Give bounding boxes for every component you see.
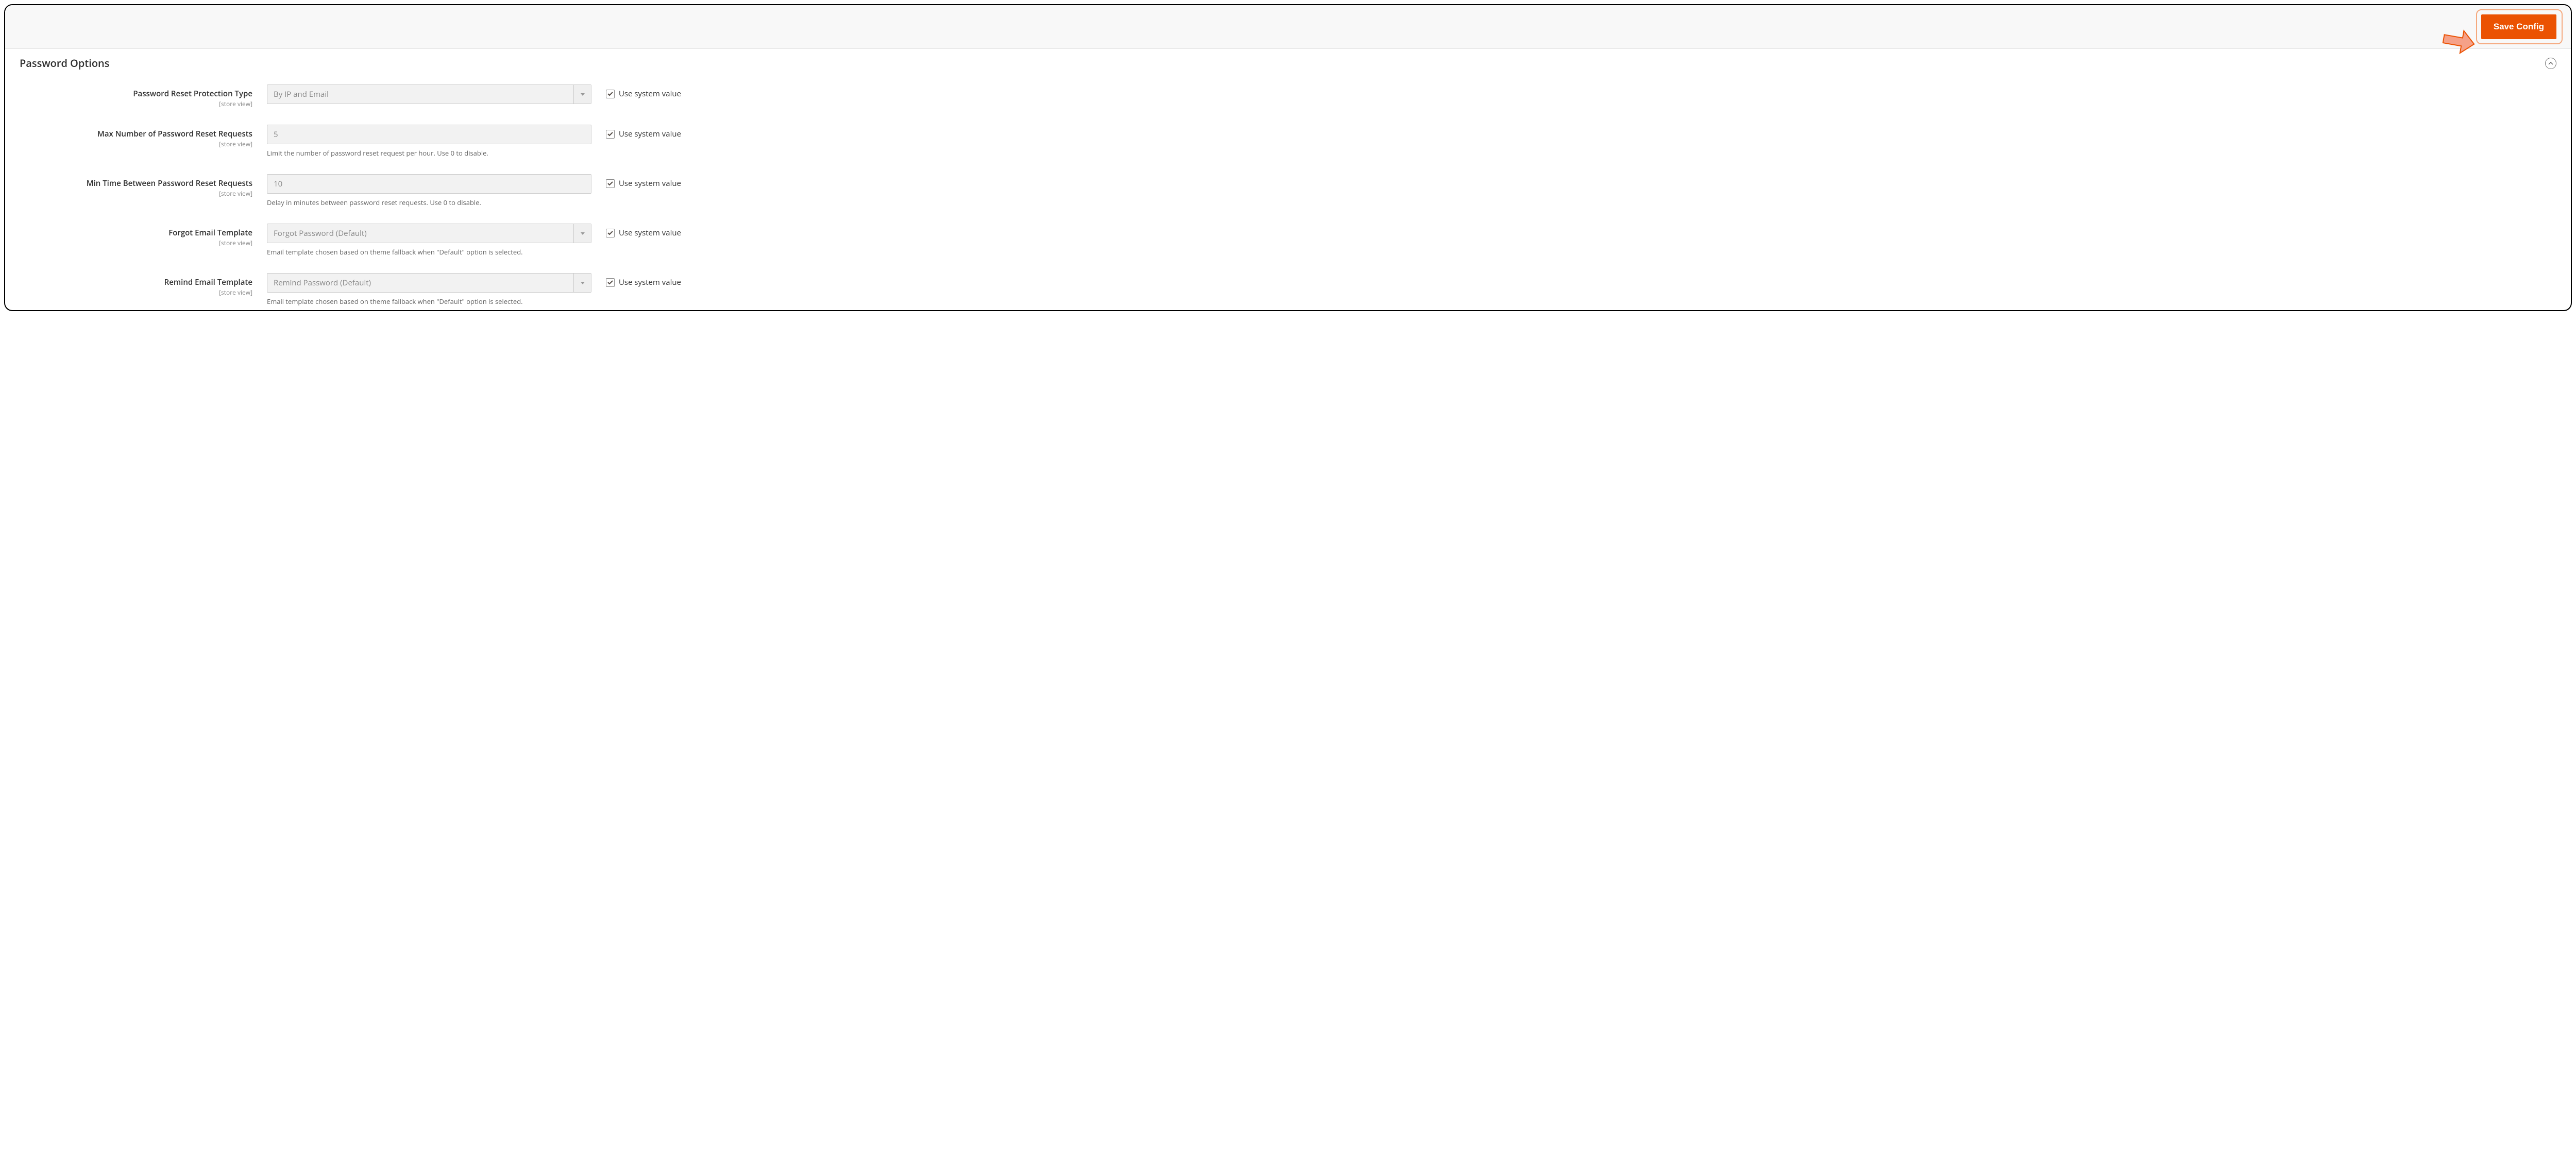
field-forgot-template: Forgot Email Template [store view] Forgo… [20,224,2556,257]
caret-down-icon [581,93,585,96]
caret-down-icon [581,232,585,235]
forgot-template-select[interactable]: Forgot Password (Default) [267,224,591,243]
checkbox-col: Use system value [591,84,681,99]
checkmark-icon [607,231,613,235]
chevron-up-icon [2548,62,2553,65]
checkmark-icon [607,92,613,96]
select-value: By IP and Email [267,85,573,104]
input-col: Remind Password (Default) Email template… [267,273,591,306]
use-system-checkbox[interactable] [606,229,615,237]
dropdown-arrow [573,85,591,104]
field-max-requests: Max Number of Password Reset Requests [s… [20,125,2556,158]
protection-type-select[interactable]: By IP and Email [267,84,591,104]
scope-label: [store view] [20,239,252,247]
config-panel: Save Config Password Options Password Re… [4,4,2572,311]
input-col: Limit the number of password reset reque… [267,125,591,158]
header-bar: Save Config [5,5,2571,49]
input-col: Delay in minutes between password reset … [267,174,591,207]
select-value: Forgot Password (Default) [267,224,573,243]
use-system-label: Use system value [619,129,681,139]
field-label: Remind Email Template [164,277,252,287]
field-min-time: Min Time Between Password Reset Requests… [20,174,2556,207]
use-system-checkbox[interactable] [606,278,615,287]
label-col: Min Time Between Password Reset Requests… [20,174,267,198]
field-remind-template: Remind Email Template [store view] Remin… [20,273,2556,306]
form-body: Password Reset Protection Type [store vi… [5,74,2571,310]
use-system-checkbox[interactable] [606,130,615,139]
scope-label: [store view] [20,189,252,198]
use-system-label: Use system value [619,178,681,189]
remind-template-select[interactable]: Remind Password (Default) [267,273,591,293]
checkmark-icon [607,132,613,137]
scope-label: [store view] [20,99,252,108]
checkbox-col: Use system value [591,273,681,287]
label-col: Max Number of Password Reset Requests [s… [20,125,267,148]
use-system-label: Use system value [619,89,681,99]
field-protection-type: Password Reset Protection Type [store vi… [20,84,2556,108]
max-requests-input[interactable] [267,125,591,144]
scope-label: [store view] [20,288,252,297]
use-system-checkbox[interactable] [606,90,615,98]
field-label: Password Reset Protection Type [133,89,252,99]
min-time-input[interactable] [267,174,591,194]
dropdown-arrow [573,224,591,243]
input-col: By IP and Email [267,84,591,104]
use-system-checkbox[interactable] [606,179,615,188]
field-hint: Email template chosen based on theme fal… [267,247,591,257]
save-config-button[interactable]: Save Config [2481,14,2556,39]
field-label: Min Time Between Password Reset Requests [87,178,252,189]
collapse-toggle[interactable] [2545,58,2556,69]
label-col: Password Reset Protection Type [store vi… [20,84,267,108]
checkbox-col: Use system value [591,224,681,238]
field-hint: Email template chosen based on theme fal… [267,297,591,306]
scope-label: [store view] [20,140,252,148]
label-col: Remind Email Template [store view] [20,273,267,297]
checkbox-col: Use system value [591,174,681,189]
label-col: Forgot Email Template [store view] [20,224,267,247]
section-title: Password Options [20,56,110,70]
section-header: Password Options [5,49,2571,74]
field-hint: Delay in minutes between password reset … [267,198,591,207]
dropdown-arrow [573,274,591,292]
caret-down-icon [581,282,585,284]
field-label: Forgot Email Template [168,228,252,238]
checkmark-icon [607,181,613,186]
checkbox-col: Use system value [591,125,681,139]
use-system-label: Use system value [619,277,681,287]
input-col: Forgot Password (Default) Email template… [267,224,591,257]
use-system-label: Use system value [619,228,681,238]
select-value: Remind Password (Default) [267,274,573,292]
checkmark-icon [607,280,613,285]
field-label: Max Number of Password Reset Requests [97,129,252,139]
field-hint: Limit the number of password reset reque… [267,148,591,158]
